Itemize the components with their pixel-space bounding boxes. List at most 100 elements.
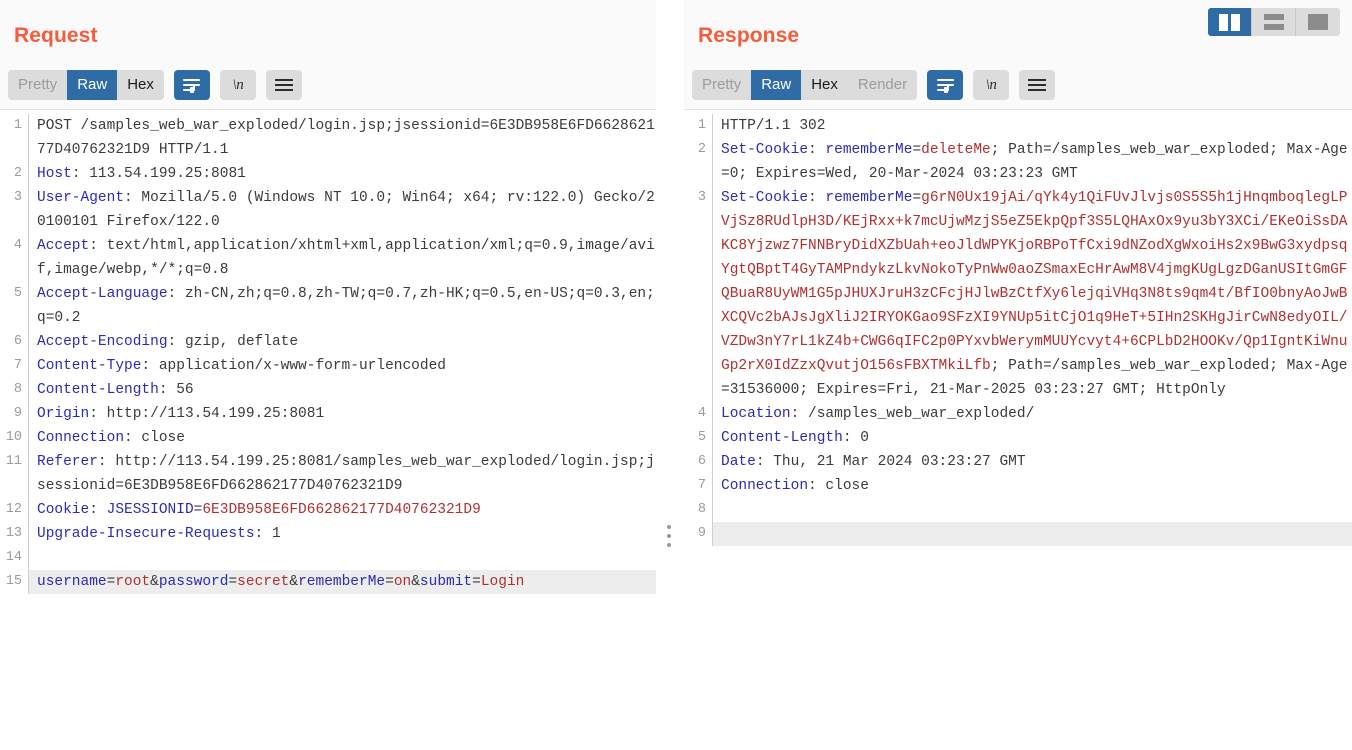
code-token: :	[808, 478, 826, 494]
code-token: Accept	[37, 238, 90, 254]
line-content[interactable]: Date: Thu, 21 Mar 2024 03:23:27 GMT	[712, 450, 1352, 474]
code-token: :	[808, 142, 826, 158]
code-token: 113.54.199.25:8081	[89, 166, 246, 182]
code-token: password	[158, 574, 229, 590]
request-word-wrap-button[interactable]	[173, 70, 210, 100]
line-content[interactable]: Connection: close	[28, 426, 656, 450]
response-word-wrap-button[interactable]	[927, 70, 964, 100]
code-line: 6 Date: Thu, 21 Mar 2024 03:23:27 GMT	[684, 450, 1352, 474]
stacked-rows-icon	[1263, 14, 1284, 30]
line-content[interactable]: Cookie: JSESSIONID=6E3DB958E6FD662862177…	[28, 498, 656, 522]
response-code-area[interactable]: 1 HTTP/1.1 302 2 Set-Cookie: rememberMe=del…	[684, 110, 1352, 750]
tab-response-raw[interactable]: Raw	[751, 70, 802, 100]
code-token: HTTP/1.1 302	[721, 118, 826, 134]
layout-stacked-button[interactable]	[1252, 8, 1296, 36]
line-content[interactable]: Accept: text/html,application/xhtml+xml,…	[28, 234, 656, 282]
code-token: Login	[480, 574, 525, 590]
line-content[interactable]: Set-Cookie: rememberMe=g6rN0Ux19jAi/qYk4…	[712, 186, 1352, 402]
line-content[interactable]: POST /samples_web_war_exploded/login.jsp…	[28, 114, 656, 162]
code-line: 1 POST /samples_web_war_exploded/login.js…	[0, 114, 656, 162]
code-token: :	[254, 526, 272, 542]
request-menu-button[interactable]	[265, 70, 302, 100]
line-number: 6	[697, 454, 706, 469]
word-wrap-icon	[936, 78, 954, 93]
code-token: Connection	[37, 430, 125, 446]
line-number: 9	[13, 406, 22, 421]
code-line: 2 Host: 113.54.199.25:8081	[0, 162, 656, 186]
newline-icon: \n	[232, 76, 244, 93]
line-content[interactable]: User-Agent: Mozilla/5.0 (Windows NT 10.0…	[28, 186, 656, 234]
code-line: 6 Accept-Encoding: gzip, deflate	[0, 330, 656, 354]
tab-request-pretty[interactable]: Pretty	[8, 70, 68, 100]
line-number: 7	[13, 358, 22, 373]
code-token: =	[472, 574, 481, 590]
hamburger-menu-icon	[1028, 78, 1047, 92]
tab-response-render[interactable]: Render	[847, 70, 918, 100]
line-content[interactable]: Referer: http://113.54.199.25:8081/sampl…	[28, 450, 656, 498]
line-content[interactable]: Content-Type: application/x-www-form-url…	[28, 354, 656, 378]
line-number: 4	[13, 238, 22, 253]
code-token: :	[158, 382, 177, 398]
line-content[interactable]	[712, 522, 1352, 546]
request-header: Request Pretty Raw Hex \n	[0, 0, 656, 110]
line-content[interactable]: Origin: http://113.54.199.25:8081	[28, 402, 656, 426]
code-token: &	[411, 574, 420, 590]
line-content[interactable]: Set-Cookie: rememberMe=deleteMe; Path=/s…	[712, 138, 1352, 186]
code-token: :	[842, 430, 861, 446]
line-number: 1	[697, 118, 706, 133]
burp-message-editor: Request Pretty Raw Hex \n 1 POST /sample…	[0, 0, 1352, 750]
line-number: 10	[5, 430, 22, 445]
code-line: 4 Accept: text/html,application/xhtml+xml…	[0, 234, 656, 282]
code-token: submit	[419, 574, 473, 590]
code-token: rememberMe	[298, 574, 386, 590]
code-token: :	[89, 238, 107, 254]
pane-divider[interactable]	[656, 0, 684, 750]
tab-request-raw[interactable]: Raw	[67, 70, 118, 100]
code-line: 8	[684, 498, 1352, 522]
line-content[interactable]	[712, 498, 1352, 522]
line-content[interactable]: Content-Length: 0	[712, 426, 1352, 450]
line-number: 13	[5, 526, 22, 541]
code-token: rememberMe	[825, 190, 913, 206]
code-line: 11 Referer: http://113.54.199.25:8081/sam…	[0, 450, 656, 498]
line-content[interactable]: Upgrade-Insecure-Requests: 1	[28, 522, 656, 546]
newline-icon: \n	[985, 76, 997, 93]
line-content[interactable]: HTTP/1.1 302	[712, 114, 1352, 138]
layout-side-by-side-button[interactable]	[1208, 8, 1252, 36]
code-token: :	[141, 358, 159, 374]
code-line: 9 Origin: http://113.54.199.25:8081	[0, 402, 656, 426]
split-columns-icon	[1219, 13, 1240, 31]
tab-response-pretty[interactable]: Pretty	[692, 70, 752, 100]
layout-single-button[interactable]	[1296, 8, 1340, 36]
response-show-newlines-button[interactable]: \n	[973, 70, 1010, 100]
code-token: =	[912, 190, 922, 206]
code-token: :	[167, 286, 185, 302]
code-token: 56	[176, 382, 194, 398]
code-token: Host	[37, 166, 72, 182]
code-line: 7 Content-Type: application/x-www-form-ur…	[0, 354, 656, 378]
code-token: secret	[237, 574, 290, 590]
divider-grip-icon[interactable]	[667, 525, 672, 550]
line-content[interactable]: username=root&password=secret&rememberMe…	[28, 570, 656, 594]
line-content[interactable]: Accept-Encoding: gzip, deflate	[28, 330, 656, 354]
line-number: 12	[5, 502, 22, 517]
line-content[interactable]: Accept-Language: zh-CN,zh;q=0.8,zh-TW;q=…	[28, 282, 656, 330]
line-content[interactable]: Host: 113.54.199.25:8081	[28, 162, 656, 186]
line-content[interactable]: Connection: close	[712, 474, 1352, 498]
single-pane-icon	[1308, 14, 1328, 30]
code-token: Upgrade-Insecure-Requests	[37, 526, 255, 542]
tab-response-hex[interactable]: Hex	[801, 70, 848, 100]
response-menu-button[interactable]	[1019, 70, 1056, 100]
code-line: 10 Connection: close	[0, 426, 656, 450]
code-token: Cookie	[37, 502, 90, 518]
code-line: 5 Accept-Language: zh-CN,zh;q=0.8,zh-TW;q…	[0, 282, 656, 330]
line-content[interactable]	[28, 546, 656, 570]
request-toolbar: Pretty Raw Hex \n	[8, 70, 302, 100]
tab-request-hex[interactable]: Hex	[117, 70, 164, 100]
request-show-newlines-button[interactable]: \n	[219, 70, 256, 100]
line-content[interactable]: Content-Length: 56	[28, 378, 656, 402]
line-content[interactable]: Location: /samples_web_war_exploded/	[712, 402, 1352, 426]
request-code-area[interactable]: 1 POST /samples_web_war_exploded/login.js…	[0, 110, 656, 750]
line-number: 14	[5, 550, 22, 565]
code-token: Content-Length	[721, 430, 843, 446]
